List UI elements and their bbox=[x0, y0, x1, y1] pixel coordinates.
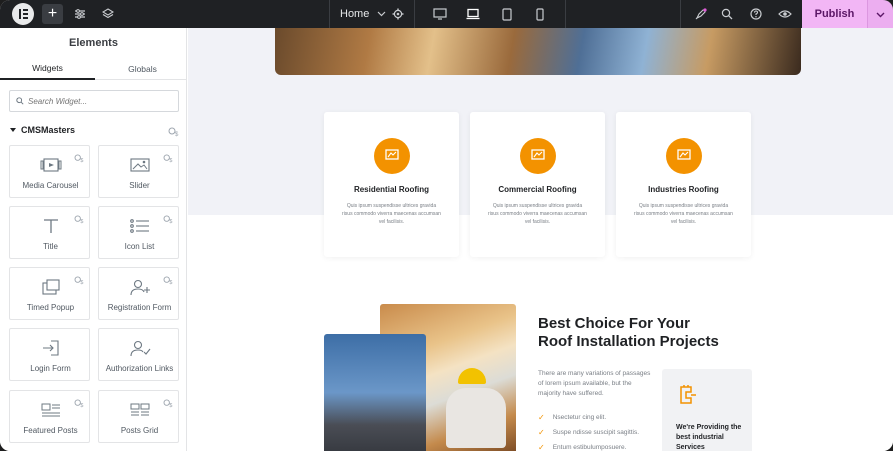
title-icon bbox=[10, 215, 91, 237]
widget-search-box[interactable] bbox=[9, 90, 179, 112]
timed-popup-icon bbox=[10, 276, 91, 298]
service-card-residential[interactable]: Residential Roofing Quis ipsum suspendis… bbox=[324, 112, 459, 257]
desktop-device-icon[interactable] bbox=[430, 4, 450, 24]
service-title: Residential Roofing bbox=[353, 185, 430, 194]
search-icon bbox=[16, 92, 24, 110]
widget-icon-list[interactable]: $ Icon List bbox=[98, 206, 179, 259]
list-item: ✓ Entum estibulumposuere. bbox=[538, 442, 626, 451]
mobile-device-icon[interactable] bbox=[530, 4, 550, 24]
panel-title: Elements bbox=[69, 37, 118, 49]
widget-posts-grid[interactable]: $ Posts Grid bbox=[98, 390, 179, 443]
widget-featured-posts[interactable]: $ Featured Posts bbox=[9, 390, 90, 443]
widget-label: Login Form bbox=[30, 364, 71, 373]
heading-line-2: Roof Installation Projects bbox=[538, 333, 719, 350]
caret-down-icon bbox=[10, 125, 16, 135]
page-settings-gear-icon[interactable] bbox=[388, 4, 408, 24]
service-icon-circle bbox=[520, 138, 556, 174]
editor-window: + Home Publish Elements Widgets Globals … bbox=[0, 0, 893, 451]
add-element-button[interactable]: + bbox=[42, 4, 63, 24]
widget-label: Timed Popup bbox=[26, 303, 75, 312]
heading-line-1: Best Choice For Your bbox=[538, 315, 690, 332]
check-icon: ✓ bbox=[538, 427, 545, 437]
page-name: Home bbox=[340, 8, 370, 20]
widget-label: Authorization Links bbox=[105, 364, 174, 373]
widget-label: Featured Posts bbox=[23, 426, 78, 435]
service-description: Quis ipsum suspendisse ultrices gravida … bbox=[342, 203, 441, 225]
media-carousel-icon bbox=[10, 154, 91, 176]
tablet-device-icon[interactable] bbox=[497, 4, 517, 24]
widget-label: Slider bbox=[129, 181, 150, 190]
preview-eye-icon[interactable] bbox=[775, 4, 795, 24]
widget-title[interactable]: $ Title bbox=[9, 206, 90, 259]
list-item: ✓ Suspe ndisse suscipit sagittis. bbox=[538, 427, 639, 437]
chevron-down-icon bbox=[876, 5, 885, 23]
featured-posts-icon bbox=[10, 399, 91, 421]
widget-label: Icon List bbox=[124, 242, 155, 251]
widget-label: Posts Grid bbox=[120, 426, 159, 435]
section-heading[interactable]: Best Choice For Your Roof Installation P… bbox=[538, 315, 768, 351]
elements-panel: Elements Widgets Globals CMSMasters $ $ … bbox=[0, 28, 187, 451]
card-text: We're Providing the best industrial Serv… bbox=[676, 424, 742, 451]
widget-timed-popup[interactable]: $ Timed Popup bbox=[9, 267, 90, 320]
panel-tabs: Widgets Globals bbox=[0, 58, 187, 80]
roof-photo-front[interactable] bbox=[324, 334, 426, 451]
posts-grid-icon bbox=[99, 399, 180, 421]
widget-login-form[interactable]: Login Form bbox=[9, 328, 90, 381]
widget-label: Title bbox=[43, 242, 58, 251]
search-input[interactable] bbox=[28, 96, 168, 106]
site-settings-icon[interactable] bbox=[70, 4, 90, 24]
page-selector[interactable]: Home bbox=[340, 0, 386, 28]
service-icon-circle bbox=[374, 138, 410, 174]
service-description: Quis ipsum suspendisse ultrices gravida … bbox=[634, 203, 733, 225]
preview-canvas[interactable]: Residential Roofing Quis ipsum suspendis… bbox=[188, 28, 893, 451]
roof-service-icon bbox=[384, 147, 400, 166]
widget-authorization-links[interactable]: Authorization Links bbox=[98, 328, 179, 381]
section-paragraph[interactable]: There are many variations of passages of… bbox=[538, 369, 653, 399]
top-bar: + Home Publish bbox=[0, 0, 893, 28]
registration-form-icon bbox=[99, 276, 180, 298]
roof-service-icon bbox=[530, 147, 546, 166]
service-card-commercial[interactable]: Commercial Roofing Quis ipsum suspendiss… bbox=[470, 112, 605, 257]
pro-badge-icon: $ bbox=[168, 124, 180, 142]
roof-service-icon bbox=[676, 147, 692, 166]
layers-icon[interactable] bbox=[98, 4, 118, 24]
widget-media-carousel[interactable]: $ Media Carousel bbox=[9, 145, 90, 198]
icon-list-icon bbox=[99, 215, 180, 237]
list-item-text: Entum estibulumposuere. bbox=[552, 443, 627, 451]
notifications-rocket-icon[interactable] bbox=[690, 4, 710, 24]
tab-widgets[interactable]: Widgets bbox=[0, 58, 95, 80]
tab-globals[interactable]: Globals bbox=[95, 58, 190, 80]
service-icon-circle bbox=[666, 138, 702, 174]
chevron-down-icon bbox=[377, 8, 386, 20]
list-item: ✓ Nsectetur cing elit. bbox=[538, 412, 606, 422]
slider-icon bbox=[99, 154, 180, 176]
industrial-service-icon bbox=[676, 384, 698, 406]
worker-image bbox=[446, 388, 506, 448]
widget-slider[interactable]: $ Slider bbox=[98, 145, 179, 198]
service-description: Quis ipsum suspendisse ultrices gravida … bbox=[488, 203, 587, 225]
laptop-device-icon[interactable] bbox=[463, 4, 483, 24]
widget-registration-form[interactable]: $ Registration Form bbox=[98, 267, 179, 320]
widget-label: Media Carousel bbox=[22, 181, 79, 190]
help-icon[interactable] bbox=[746, 4, 766, 24]
widget-label: Registration Form bbox=[107, 303, 172, 312]
service-title: Industries Roofing bbox=[648, 185, 719, 194]
search-icon[interactable] bbox=[717, 4, 737, 24]
publish-button[interactable]: Publish bbox=[802, 0, 867, 28]
list-item-text: Suspe ndisse suscipit sagittis. bbox=[552, 428, 640, 436]
check-icon: ✓ bbox=[538, 412, 545, 422]
authorization-links-icon bbox=[99, 337, 180, 359]
check-icon: ✓ bbox=[538, 442, 545, 451]
svg-text:$: $ bbox=[175, 132, 179, 137]
category-header[interactable]: CMSMasters bbox=[10, 125, 75, 135]
list-item-text: Nsectetur cing elit. bbox=[552, 413, 607, 421]
category-label: CMSMasters bbox=[21, 125, 76, 135]
elementor-logo-icon[interactable] bbox=[12, 3, 34, 25]
service-title: Commercial Roofing bbox=[498, 185, 577, 194]
hero-image[interactable] bbox=[275, 28, 801, 75]
industrial-services-card[interactable]: We're Providing the best industrial Serv… bbox=[662, 369, 752, 451]
service-card-industries[interactable]: Industries Roofing Quis ipsum suspendiss… bbox=[616, 112, 751, 257]
publish-options-button[interactable] bbox=[867, 0, 893, 28]
login-form-icon bbox=[10, 337, 91, 359]
